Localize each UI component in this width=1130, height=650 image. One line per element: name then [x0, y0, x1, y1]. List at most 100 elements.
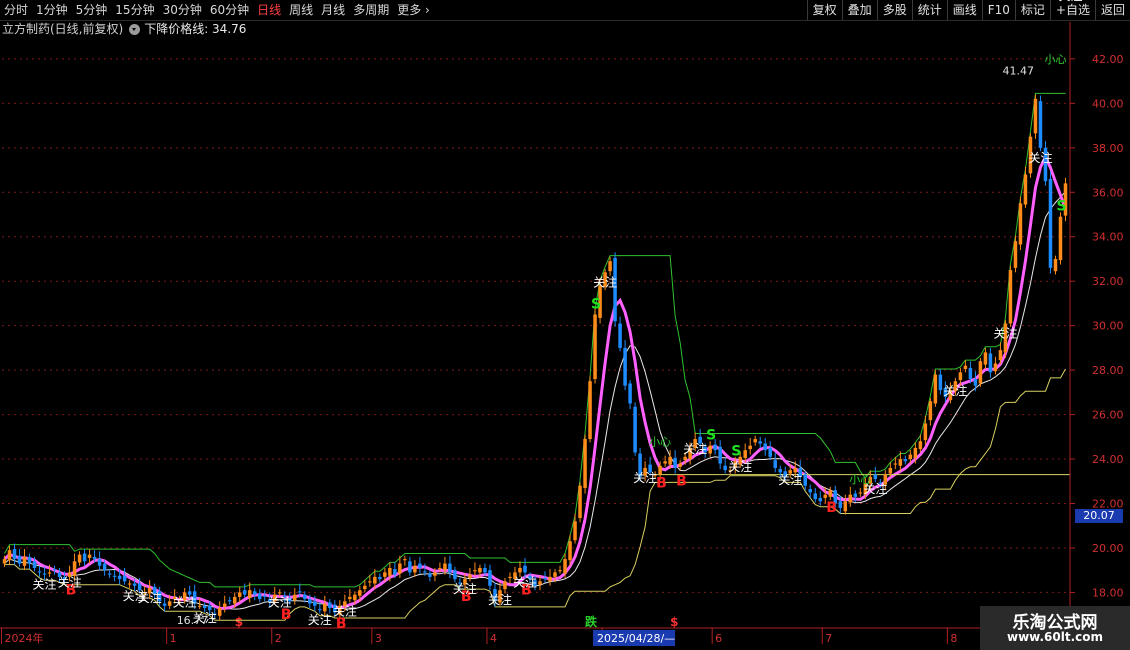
candle: [538, 581, 542, 585]
candle: [388, 567, 392, 576]
candle: [998, 350, 1003, 361]
candle: [202, 605, 207, 608]
x-tick-label: 6: [715, 632, 722, 645]
candle: [358, 590, 362, 596]
y-tick-label: 26.00: [1092, 409, 1124, 422]
candle: [853, 493, 858, 497]
candle: [313, 601, 317, 606]
candle: [758, 441, 762, 444]
watch-signal-label: 关注: [778, 472, 802, 487]
candle: [938, 374, 943, 391]
x-tick-label: 1: [170, 632, 177, 645]
candle: [393, 569, 397, 575]
candle: [893, 463, 898, 465]
candle: [913, 447, 918, 458]
y-tick-label: 36.00: [1092, 186, 1124, 199]
candle: [633, 406, 637, 453]
date-cursor-label: 2025/04/28/—: [597, 632, 675, 645]
candle: [793, 467, 797, 473]
candle: [242, 590, 247, 595]
candle: [117, 575, 122, 580]
candle: [673, 457, 677, 468]
candle: [32, 561, 37, 568]
candle: [663, 461, 667, 464]
candle: [448, 563, 452, 573]
candle: [968, 367, 973, 380]
candle: [373, 576, 377, 584]
candle: [47, 572, 52, 574]
candle: [378, 576, 382, 580]
candle: [923, 423, 928, 441]
candle: [753, 439, 757, 443]
watch-signal-label: 关注: [633, 470, 657, 485]
candle: [993, 363, 998, 372]
sell-signal-label: S: [706, 428, 716, 444]
candle: [608, 261, 612, 272]
watch-signal-label: 关注: [513, 574, 537, 589]
candle: [503, 581, 507, 590]
candle: [593, 314, 597, 380]
kline-chart[interactable]: 42.00 40.00 38.00 36.00 34.00 32.00 30.00 28.00…: [0, 0, 1130, 650]
y-tick-label: 38.00: [1092, 142, 1124, 155]
x-tick-label: 2: [275, 632, 282, 645]
warning-label: 小心: [849, 473, 871, 486]
candle: [453, 570, 457, 580]
y-tick-label: 24.00: [1092, 453, 1124, 466]
candle: [167, 601, 172, 606]
watch-signal-label: 关注: [268, 594, 292, 609]
candle: [478, 567, 482, 573]
y-tick-label: 30.00: [1092, 320, 1124, 333]
candle: [618, 323, 622, 348]
candle: [473, 570, 477, 572]
watch-signal-label: 关注: [593, 274, 617, 289]
candle: [888, 467, 893, 474]
candle: [293, 594, 297, 601]
candle: [27, 556, 32, 564]
candle: [2, 559, 7, 564]
candle: [743, 450, 747, 458]
candle: [723, 465, 727, 471]
candle: [628, 383, 632, 404]
candle: [262, 595, 267, 597]
bottom-marker: $: [235, 615, 243, 629]
warning-label: 小心: [1044, 53, 1066, 66]
candle: [623, 347, 627, 386]
candle: [438, 567, 442, 570]
candle: [768, 447, 772, 457]
candle: [588, 381, 592, 440]
watch-signal-label: 关注: [488, 592, 512, 607]
candle: [818, 497, 823, 502]
candle: [252, 591, 257, 595]
candle: [678, 463, 682, 467]
y-tick-label: 32.00: [1092, 275, 1124, 288]
candle: [518, 567, 522, 573]
watch-signal-label: 关注: [1028, 150, 1052, 165]
candle: [1033, 98, 1038, 134]
sell-signal-label: S: [1056, 199, 1066, 215]
candle: [1048, 178, 1053, 268]
candle: [903, 459, 908, 462]
candle: [1018, 203, 1023, 245]
candle: [553, 572, 557, 577]
candle: [708, 445, 712, 454]
candle: [232, 596, 237, 604]
candle: [1053, 258, 1058, 272]
candle: [257, 593, 262, 600]
candle: [823, 494, 828, 498]
candle: [613, 257, 617, 322]
watch-signal-label: 关注: [138, 590, 162, 605]
watch-signal-label: 关注: [993, 325, 1017, 340]
candle: [413, 565, 417, 573]
x-tick-label: 4: [490, 632, 497, 645]
watermark: 乐淘公式网 www.60lt.com: [980, 606, 1130, 650]
candle: [398, 563, 402, 574]
candle: [112, 575, 117, 577]
candle: [77, 554, 82, 563]
candle: [683, 456, 687, 461]
candle: [122, 575, 127, 582]
candle: [713, 444, 717, 451]
candle: [102, 563, 107, 571]
candle: [363, 585, 367, 590]
candle: [107, 573, 112, 575]
candle: [523, 565, 527, 573]
